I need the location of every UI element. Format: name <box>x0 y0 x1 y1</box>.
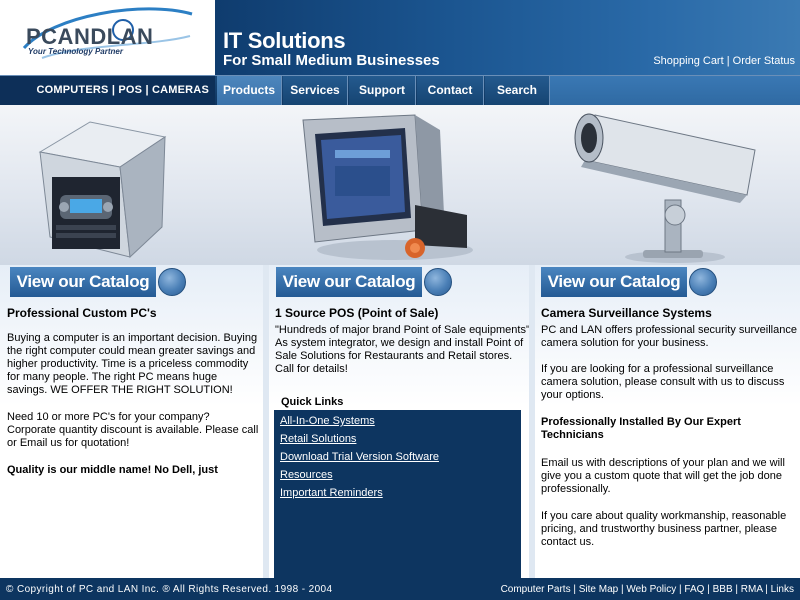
column-title: Professional Custom PC's <box>7 306 157 320</box>
column-paragraph: "Hundreds of major brand Point of Sale e… <box>275 324 530 375</box>
tab-services[interactable]: Services <box>283 76 348 105</box>
column-paragraph: Need 10 or more PC's for your company? C… <box>7 411 259 449</box>
view-catalog-button-pcs[interactable]: View our Catalog <box>10 267 186 297</box>
footer-link-site-map[interactable]: Site Map <box>579 584 618 595</box>
quick-links-panel: All-In-One Systems Retail Solutions Down… <box>274 410 521 578</box>
column-paragraph: Buying a computer is an important decisi… <box>7 332 258 396</box>
tab-search[interactable]: Search <box>485 76 550 105</box>
footer-link-rma[interactable]: RMA <box>741 584 763 595</box>
column-divider <box>529 265 535 578</box>
content-area: View our Catalog Professional Custom PC'… <box>0 265 800 578</box>
column-title: 1 Source POS (Point of Sale) <box>275 306 439 320</box>
pos-terminal-icon[interactable] <box>295 110 475 265</box>
magnifier-icon <box>158 268 186 296</box>
magnifier-icon <box>424 268 452 296</box>
footer-link-web-policy[interactable]: Web Policy <box>626 584 676 595</box>
copyright-icon: © <box>6 584 14 595</box>
column-paragraph: If you care about quality workmanship, r… <box>541 510 787 548</box>
header-link-separator: | <box>726 55 730 67</box>
magnifier-icon <box>689 268 717 296</box>
copyright: © Copyright of PC and LAN Inc. ® All Rig… <box>6 584 332 595</box>
view-catalog-button-pos[interactable]: View our Catalog <box>276 267 452 297</box>
quick-link-resources[interactable]: Resources <box>280 467 521 485</box>
header: PCANDLAN Your Technology Partner IT Solu… <box>0 0 800 75</box>
column-paragraph: If you are looking for a professional su… <box>541 363 785 401</box>
product-showcase <box>0 105 800 265</box>
tab-products[interactable]: Products <box>217 76 282 105</box>
main-nav: COMPUTERS | POS | CAMERAS Products Servi… <box>0 75 800 105</box>
quick-links-title: Quick Links <box>281 396 344 408</box>
logo[interactable]: PCANDLAN Your Technology Partner <box>0 0 215 75</box>
nav-category-label[interactable]: COMPUTERS | POS | CAMERAS <box>0 76 215 105</box>
column-cameras: View our Catalog Camera Surveillance Sys… <box>536 265 800 578</box>
shopping-cart-link[interactable]: Shopping Cart <box>653 55 723 67</box>
footer-links: Computer Parts | Site Map | Web Policy |… <box>500 584 794 595</box>
logo-tagline: Your Technology Partner <box>28 47 123 56</box>
footer-link-computer-parts[interactable]: Computer Parts <box>501 584 571 595</box>
column-divider <box>263 265 269 578</box>
footer: © Copyright of PC and LAN Inc. ® All Rig… <box>0 578 800 600</box>
tab-contact[interactable]: Contact <box>417 76 484 105</box>
banner-title: IT Solutions <box>223 28 346 53</box>
header-links: Shopping Cart | Order Status <box>653 55 795 67</box>
quick-link-reminders[interactable]: Important Reminders <box>280 485 521 503</box>
footer-link-bbb[interactable]: BBB <box>713 584 733 595</box>
copyright-text: Copyright of PC and LAN Inc. ® All Right… <box>16 584 333 595</box>
view-catalog-label: View our Catalog <box>276 267 422 297</box>
banner-subtitle: For Small Medium Businesses <box>223 52 440 69</box>
banner: IT Solutions For Small Medium Businesses… <box>215 0 800 75</box>
quick-link-retail[interactable]: Retail Solutions <box>280 431 521 449</box>
nav-fill <box>550 76 800 105</box>
quick-link-all-in-one[interactable]: All-In-One Systems <box>280 413 521 431</box>
column-custom-pcs: View our Catalog Professional Custom PC'… <box>0 265 262 578</box>
column-paragraph: PC and LAN offers professional security … <box>541 324 797 349</box>
column-subheading: Professionally Installed By Our Expert T… <box>541 416 741 441</box>
security-camera-icon[interactable] <box>565 105 765 265</box>
footer-link-faq[interactable]: FAQ <box>684 584 704 595</box>
tab-support[interactable]: Support <box>349 76 416 105</box>
view-catalog-label: View our Catalog <box>541 267 687 297</box>
footer-link-links[interactable]: Links <box>771 584 794 595</box>
column-quality-text: Quality is our middle name! No Dell, jus… <box>7 464 218 476</box>
order-status-link[interactable]: Order Status <box>733 55 795 67</box>
column-title: Camera Surveillance Systems <box>541 306 712 320</box>
view-catalog-label: View our Catalog <box>10 267 156 297</box>
column-paragraph: Email us with descriptions of your plan … <box>541 457 785 495</box>
server-pc-icon[interactable] <box>30 117 170 262</box>
quick-link-download-trial[interactable]: Download Trial Version Software <box>280 449 521 467</box>
view-catalog-button-cameras[interactable]: View our Catalog <box>541 267 717 297</box>
